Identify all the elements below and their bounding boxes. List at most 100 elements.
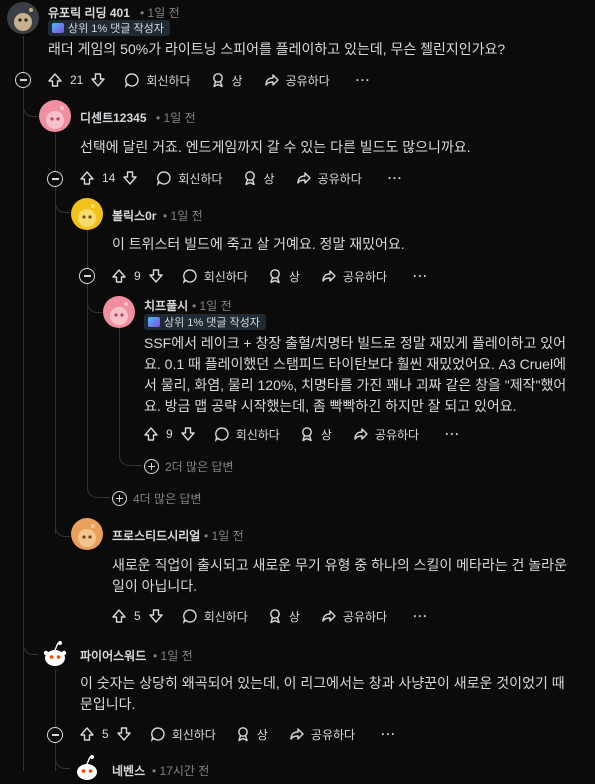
connector-c4 — [87, 294, 102, 313]
award-label: 상 — [288, 269, 300, 284]
share-label: 공유하다 — [342, 269, 388, 284]
downvote-button[interactable] — [89, 71, 107, 89]
avatar[interactable] — [39, 100, 71, 132]
more-replies-button[interactable]: 4더 많은 답변 — [112, 490, 202, 507]
award-button[interactable]: 상 — [234, 725, 268, 743]
award-label: 상 — [256, 727, 268, 742]
more-options-button[interactable]: ··· — [356, 73, 371, 87]
reply-button[interactable]: 회신하다 — [181, 267, 248, 285]
upvote-button[interactable] — [110, 607, 128, 625]
share-button[interactable]: 공유하다 — [295, 169, 362, 187]
connector-more2 — [119, 450, 142, 466]
share-button[interactable]: 공유하다 — [263, 71, 330, 89]
reply-button[interactable]: 회신하다 — [181, 607, 248, 625]
reply-button[interactable]: 회신하다 — [213, 425, 280, 443]
award-button[interactable]: 상 — [266, 607, 300, 625]
share-button[interactable]: 공유하다 — [320, 267, 387, 285]
more-replies-label: 2더 많은 답변 — [165, 460, 234, 474]
more-replies-button[interactable]: 2더 많은 답변 — [144, 458, 234, 475]
more-options-button[interactable]: ··· — [413, 269, 428, 283]
vote-count: 14 — [102, 171, 116, 185]
reply-button[interactable]: 회신하다 — [123, 71, 191, 89]
username[interactable]: 파이어스워드 — [80, 647, 146, 664]
upvote-button[interactable] — [142, 425, 160, 443]
award-button[interactable]: 상 — [266, 267, 300, 285]
collapse-button[interactable] — [47, 171, 63, 187]
comment-actions: 9 회신하다 상 공유하다 ··· — [110, 265, 428, 287]
timestamp: • 1일 전 — [163, 209, 203, 223]
comment-body-line: 일이 아닙니다. — [112, 578, 198, 594]
user-flair: 상위 1% 댓글 작성자 — [48, 20, 170, 36]
share-button[interactable]: 공유하다 — [320, 607, 387, 625]
connector-c6 — [23, 638, 38, 655]
connector-c5 — [55, 520, 70, 537]
comment-bubble-icon — [181, 267, 199, 285]
downvote-button[interactable] — [147, 267, 165, 285]
username[interactable]: 볼릭스0r — [112, 207, 156, 224]
downvote-button[interactable] — [115, 725, 133, 743]
collapse-button[interactable] — [79, 268, 95, 284]
award-icon — [234, 725, 252, 743]
upvote-button[interactable] — [78, 725, 96, 743]
award-icon — [298, 425, 316, 443]
share-label: 공유하다 — [317, 171, 362, 186]
share-button[interactable]: 공유하다 — [288, 725, 355, 743]
award-icon — [241, 169, 259, 187]
downvote-button[interactable] — [147, 607, 165, 625]
share-icon — [320, 607, 338, 625]
award-button[interactable]: 상 — [298, 425, 332, 443]
share-icon — [295, 169, 313, 187]
comment-body-line: 요. 방금 맵 공략 시작했는데, 좀 빡빡하긴 하지만 잘 되고 있어요. — [144, 398, 517, 414]
timestamp: • 1일 전 — [156, 111, 196, 125]
more-options-button[interactable]: ··· — [381, 727, 396, 741]
comment-bubble-icon — [213, 425, 231, 443]
award-button[interactable]: 상 — [209, 71, 243, 89]
reply-label: 회신하다 — [146, 73, 191, 88]
downvote-icon — [89, 71, 107, 89]
flair-icon — [148, 317, 160, 327]
upvote-button[interactable] — [46, 71, 64, 89]
award-label: 상 — [288, 609, 300, 624]
reply-button[interactable]: 회신하다 — [155, 169, 223, 187]
more-options-button[interactable]: ··· — [445, 427, 460, 441]
reply-button[interactable]: 회신하다 — [149, 725, 216, 743]
expand-icon — [144, 459, 159, 474]
more-options-button[interactable]: ··· — [388, 171, 403, 185]
flair-icon — [52, 23, 64, 33]
collapse-button[interactable] — [47, 727, 63, 743]
comment-bubble-icon — [149, 725, 167, 743]
user-flair: 상위 1% 댓글 작성자 — [144, 314, 266, 330]
share-button[interactable]: 공유하다 — [352, 425, 419, 443]
timestamp: • 1일 전 — [204, 529, 244, 543]
timestamp: • 1일 전 — [192, 299, 232, 313]
avatar[interactable] — [71, 518, 103, 550]
thread-line-c2 — [55, 134, 56, 534]
username[interactable]: 유포릭 리딩 401 — [48, 4, 130, 21]
collapse-button[interactable] — [15, 72, 31, 88]
comment-bubble-icon — [123, 71, 141, 89]
downvote-button[interactable] — [121, 169, 139, 187]
upvote-button[interactable] — [110, 267, 128, 285]
username[interactable]: 디센트12345 — [80, 109, 147, 126]
upvote-button[interactable] — [78, 169, 96, 187]
username[interactable]: 치프풀시 — [144, 297, 188, 314]
avatar[interactable] — [103, 296, 135, 328]
avatar[interactable] — [7, 2, 39, 34]
avatar[interactable] — [39, 638, 71, 670]
avatar[interactable] — [71, 198, 103, 230]
downvote-icon — [179, 425, 197, 443]
connector-more4 — [87, 484, 110, 498]
share-label: 공유하다 — [342, 609, 388, 624]
avatar[interactable] — [71, 752, 103, 784]
vote-count: 21 — [70, 73, 84, 87]
comment-actions: 21 회신하다 상 공유하다 ··· — [46, 69, 371, 91]
timestamp: • 1일 전 — [153, 649, 193, 663]
more-options-button[interactable]: ··· — [413, 609, 428, 623]
username[interactable]: 프로스티드시리얼 — [112, 527, 200, 544]
comment-body-line: 요. 0.1 때 플레이했던 스탬피드 타이탄보다 훨씬 재밌었어요. A3 C… — [144, 356, 566, 372]
expand-icon — [112, 491, 127, 506]
award-button[interactable]: 상 — [241, 169, 275, 187]
share-label: 공유하다 — [374, 427, 420, 442]
downvote-button[interactable] — [179, 425, 197, 443]
comment-body-line: 서 물리, 화염, 물리 120%, 치명타를 가진 꽤나 괴짜 같은 창을 "… — [144, 377, 567, 393]
